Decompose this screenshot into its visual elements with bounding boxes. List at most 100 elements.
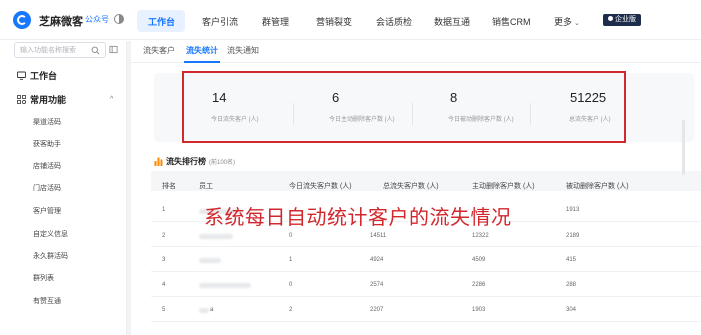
cell-rank: 5 <box>162 307 166 313</box>
stat-today-passive-deleted-value: 8 <box>450 90 458 105</box>
sidebar-common-functions-label: 常用功能 <box>30 95 67 105</box>
nav-item-data-interop[interactable]: 数据互通 <box>434 15 470 28</box>
sidebar-item-store-code[interactable]: 门店活码 <box>33 183 61 193</box>
nav-item-more[interactable]: 更多 ⌄ <box>554 15 580 28</box>
blurred-employee-name <box>199 308 209 313</box>
sidebar-workbench-label: 工作台 <box>30 71 58 81</box>
search-input[interactable] <box>20 45 86 55</box>
tab-lost-customers[interactable]: 流失客户 <box>143 45 175 56</box>
nav-item-sales-crm[interactable]: 销售CRM <box>492 15 531 28</box>
cell-passive-deleted: 415 <box>566 257 577 263</box>
ranking-subtitle: (前100名) <box>209 160 236 166</box>
monitor-icon <box>17 71 26 80</box>
cell-rank: 4 <box>162 282 166 288</box>
cell-total-lost: 2207 <box>370 307 384 313</box>
stat-total-lost-value: 51225 <box>570 90 607 105</box>
ranking-title: 流失排行榜 (前100名) <box>154 156 235 167</box>
tab-lost-statistics[interactable]: 流失统计 <box>186 45 218 56</box>
cell-passive-deleted: 2189 <box>566 233 580 239</box>
scrollbar[interactable] <box>682 120 685 175</box>
cell-rank: 2 <box>162 233 166 239</box>
cell-passive-deleted: 1913 <box>566 207 580 213</box>
cell-rank: 1 <box>162 207 166 213</box>
top-bar: 芝麻微客 公众号 工作台 客户引流 群管理 营销裂变 会话质检 数据互通 销售C… <box>0 0 701 40</box>
cell-passive-deleted: 304 <box>566 307 577 313</box>
enterprise-badge[interactable]: 企业版 <box>603 14 641 26</box>
bar-chart-icon <box>154 157 163 166</box>
row-divider <box>151 321 701 322</box>
stat-today-lost-label: 今日流失客户 (人) <box>211 117 259 123</box>
stat-today-lost-value: 14 <box>212 90 227 105</box>
cell-active-deleted: 12322 <box>472 233 489 239</box>
collapse-icon[interactable] <box>109 45 118 54</box>
nav-item-workbench[interactable]: 工作台 <box>148 15 175 28</box>
row-divider <box>151 296 701 297</box>
column-header-total-lost: 总流失客户数 (人) <box>383 183 439 190</box>
stat-divider <box>530 103 531 125</box>
sidebar-item-permanent-group-code[interactable]: 永久群活码 <box>33 251 68 261</box>
tab-lost-notification[interactable]: 流失通知 <box>227 45 259 56</box>
highlight-box <box>182 71 626 143</box>
chevron-down-icon: ⌄ <box>574 20 580 27</box>
stat-divider <box>293 103 294 125</box>
active-tab-indicator <box>184 61 220 63</box>
stat-divider <box>412 103 413 125</box>
sidebar-group-common-functions[interactable]: 常用功能 <box>17 93 66 106</box>
cell-active-deleted: 4509 <box>472 257 486 263</box>
cell-today-lost: 0 <box>289 282 293 288</box>
cell-today-lost: 0 <box>289 233 293 239</box>
stat-today-active-deleted-value: 6 <box>332 90 340 105</box>
brand-name[interactable]: 芝麻微客 <box>39 13 83 29</box>
search-icon[interactable] <box>91 46 100 55</box>
sidebar-search <box>14 42 106 58</box>
sidebar: 工作台 常用功能 ^ 渠道活码 获客助手 店铺活码 门店活码 客户管理 自定义信… <box>0 41 127 335</box>
row-divider <box>151 271 701 272</box>
theme-toggle-icon[interactable] <box>113 13 125 25</box>
chevron-up-icon[interactable]: ^ <box>110 96 113 103</box>
overlay-caption: 系统每日自动统计客户的流失情况 <box>204 205 512 229</box>
brand-tag[interactable]: 公众号 <box>85 14 109 25</box>
sidebar-item-shop-code[interactable]: 店铺活码 <box>33 161 61 171</box>
cell-active-deleted: 2286 <box>472 282 486 288</box>
column-header-passive-deleted: 被动删除客户数 (人) <box>566 183 629 190</box>
tab-bar: 流失客户 流失统计 流失通知 <box>131 41 701 63</box>
ranking-title-text: 流失排行榜 <box>166 157 206 166</box>
cell-today-lost: 2 <box>289 307 293 313</box>
cell-today-lost: 1 <box>289 257 293 263</box>
stat-today-passive-deleted-label: 今日被动删除客户数 (人) <box>448 117 514 123</box>
sidebar-item-custom-info[interactable]: 自定义信息 <box>33 229 68 239</box>
nav-item-marketing-fission[interactable]: 营销裂变 <box>316 15 352 28</box>
cell-rank: 3 <box>162 257 166 263</box>
badge-dot-icon <box>608 16 613 21</box>
cell-employee: a <box>210 307 214 313</box>
nav-item-customer-acquisition[interactable]: 客户引流 <box>202 15 238 28</box>
sidebar-item-workbench[interactable]: 工作台 <box>17 69 57 82</box>
row-divider <box>151 246 701 247</box>
nav-item-session-inspection[interactable]: 会话质检 <box>376 15 412 28</box>
main-content: 流失客户 流失统计 流失通知 14 今日流失客户 (人) 6 今日主动删除客户数… <box>131 41 701 335</box>
nav-more-label: 更多 <box>554 17 573 27</box>
blurred-employee-name <box>199 258 221 263</box>
blurred-employee-name <box>199 234 233 239</box>
grid-icon <box>17 95 26 104</box>
nav-item-group-management[interactable]: 群管理 <box>262 15 289 28</box>
sidebar-item-acquisition-assistant[interactable]: 获客助手 <box>33 139 61 149</box>
cell-passive-deleted: 288 <box>566 282 577 288</box>
cell-total-lost: 14511 <box>370 233 387 239</box>
column-header-rank: 排名 <box>162 183 176 190</box>
enterprise-badge-label: 企业版 <box>615 16 636 23</box>
cell-total-lost: 2574 <box>370 282 384 288</box>
cell-active-deleted: 1903 <box>472 307 486 313</box>
sidebar-item-customer-management[interactable]: 客户管理 <box>33 206 61 216</box>
sidebar-item-group-list[interactable]: 群列表 <box>33 273 54 283</box>
column-header-today-lost: 今日流失客户数 (人) <box>289 183 352 190</box>
stat-total-lost-label: 总流失客户 (人) <box>569 117 611 123</box>
column-header-active-deleted: 主动删除客户数 (人) <box>472 183 535 190</box>
logo-icon[interactable] <box>13 11 31 29</box>
sidebar-item-channel-code[interactable]: 渠道活码 <box>33 117 61 127</box>
blurred-employee-name <box>199 283 251 288</box>
cell-total-lost: 4924 <box>370 257 384 263</box>
sidebar-item-youzan-interop[interactable]: 有赞互通 <box>33 296 61 306</box>
column-header-employee: 员工 <box>199 183 213 190</box>
stat-today-active-deleted-label: 今日主动删除客户数 (人) <box>329 117 395 123</box>
